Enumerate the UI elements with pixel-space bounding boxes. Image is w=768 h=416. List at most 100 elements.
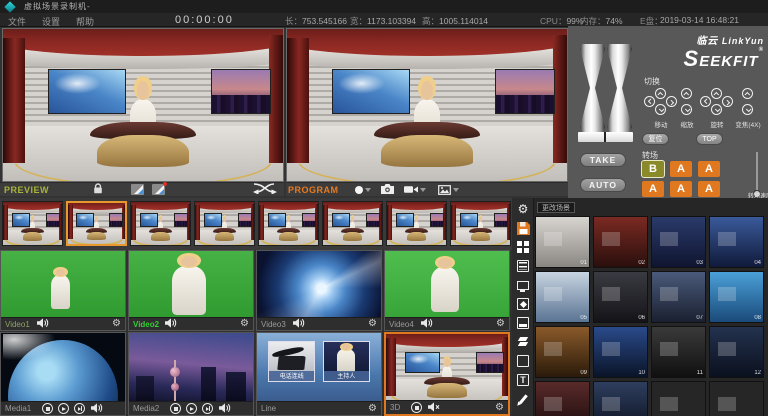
transition-speed-slider[interactable] — [756, 152, 758, 194]
scene-thumbnail-16[interactable]: 16 — [709, 381, 764, 416]
scale-up-button[interactable] — [681, 88, 692, 99]
snapshot-button[interactable] — [381, 181, 394, 199]
top-button[interactable]: TOP — [696, 133, 723, 145]
zoom-in-button[interactable] — [742, 88, 753, 99]
text-tool-icon[interactable]: T — [515, 372, 531, 388]
camera-angle-thumb-3[interactable] — [130, 201, 191, 246]
change-scene-tab[interactable]: 更改场景 — [537, 202, 575, 213]
video2-panel[interactable]: Video2 ⚙ — [128, 250, 254, 331]
transition-button-5[interactable]: A — [670, 181, 692, 197]
move-left-button[interactable] — [644, 96, 655, 107]
swap-preview-program-icon[interactable] — [252, 181, 278, 199]
media2-play-button[interactable] — [186, 403, 197, 414]
stream-button[interactable] — [404, 185, 426, 194]
media2-volume-icon[interactable] — [219, 400, 232, 416]
host-tile[interactable]: 主持人 — [323, 341, 370, 382]
stream-dropdown-caret[interactable] — [420, 188, 426, 192]
media2-next-button[interactable] — [202, 403, 213, 414]
display-icon[interactable] — [515, 277, 531, 293]
menu-help[interactable]: 帮助 — [76, 15, 94, 28]
scene3d-mute-icon[interactable] — [428, 399, 441, 416]
scene-thumbnail-07[interactable]: 07 — [651, 271, 706, 323]
video1-settings-icon[interactable]: ⚙ — [112, 319, 121, 329]
reset-button[interactable]: 复位 — [642, 133, 669, 145]
camera-angle-thumb-4[interactable] — [194, 201, 255, 246]
frame-icon[interactable] — [515, 353, 531, 369]
video4-panel[interactable]: Video4 ⚙ — [384, 250, 510, 331]
save-icon[interactable] — [515, 220, 531, 236]
layers-icon[interactable] — [515, 334, 531, 350]
scene-thumbnail-14[interactable]: 14 — [593, 381, 648, 416]
pen-icon[interactable] — [515, 391, 531, 407]
camera-angle-thumb-6[interactable] — [322, 201, 383, 246]
scene-thumbnail-15[interactable]: 15 — [651, 381, 706, 416]
video2-volume-icon[interactable] — [165, 315, 178, 331]
scene-thumbnail-13[interactable]: 13 — [535, 381, 590, 416]
rotate-up-button[interactable] — [711, 88, 722, 99]
media1-stop-button[interactable] — [42, 403, 53, 414]
media2-stop-button[interactable] — [170, 403, 181, 414]
transition-button-2[interactable]: A — [670, 161, 692, 177]
media1-panel[interactable]: Media1 — [0, 332, 126, 416]
scale-down-button[interactable] — [681, 104, 692, 115]
scene3d-stop-button[interactable] — [411, 402, 422, 413]
t-bar-right-handle[interactable] — [607, 44, 632, 132]
camera-angle-thumb-7[interactable] — [386, 201, 447, 246]
menu-settings[interactable]: 设置 — [42, 15, 60, 28]
rotate-down-button[interactable] — [711, 104, 722, 115]
lock-icon[interactable] — [93, 181, 103, 199]
rotate-left-button[interactable] — [700, 96, 711, 107]
record-dropdown-caret[interactable] — [365, 188, 371, 192]
transition-button-6[interactable]: A — [698, 181, 720, 197]
video3-volume-icon[interactable] — [293, 315, 306, 331]
scene-thumbnail-11[interactable]: 11 — [651, 326, 706, 378]
video4-settings-icon[interactable]: ⚙ — [496, 319, 505, 329]
image-dropdown-caret[interactable] — [453, 188, 459, 192]
transition-button-4[interactable]: A — [642, 181, 664, 197]
video2-settings-icon[interactable]: ⚙ — [240, 319, 249, 329]
scene-thumbnail-05[interactable]: 05 — [535, 271, 590, 323]
effects-icon[interactable] — [515, 296, 531, 312]
scene3d-panel-selected[interactable]: 3D ⚙ — [384, 332, 510, 416]
move-up-button[interactable] — [655, 88, 666, 99]
record-button[interactable] — [355, 186, 371, 194]
keyer-2-icon[interactable] — [152, 184, 165, 195]
scene-thumbnail-01[interactable]: 01 — [535, 216, 590, 268]
scene-thumbnail-09[interactable]: 09 — [535, 326, 590, 378]
scene3d-settings-icon[interactable]: ⚙ — [495, 403, 504, 413]
menu-file[interactable]: 文件 — [8, 15, 26, 28]
video4-volume-icon[interactable] — [421, 315, 434, 331]
move-right-button[interactable] — [666, 96, 677, 107]
scene-thumbnail-08[interactable]: 08 — [709, 271, 764, 323]
camera-angle-thumb-1[interactable] — [2, 201, 63, 246]
scene-thumbnail-04[interactable]: 04 — [709, 216, 764, 268]
camera-angle-thumb-8[interactable] — [450, 201, 511, 246]
line-settings-icon[interactable]: ⚙ — [368, 404, 377, 414]
media1-volume-icon[interactable] — [91, 400, 104, 416]
video3-panel[interactable]: Video3 ⚙ — [256, 250, 382, 331]
scene-thumbnail-06[interactable]: 06 — [593, 271, 648, 323]
scene-thumbnail-12[interactable]: 12 — [709, 326, 764, 378]
video3-settings-icon[interactable]: ⚙ — [368, 319, 377, 329]
keyer-1-icon[interactable] — [131, 184, 144, 195]
image-output-button[interactable] — [438, 185, 459, 195]
layout-grid-icon[interactable] — [515, 239, 531, 255]
video1-volume-icon[interactable] — [37, 315, 50, 331]
scene-thumbnail-03[interactable]: 03 — [651, 216, 706, 268]
phone-call-tile[interactable]: 电话连线 — [268, 341, 315, 382]
video1-panel[interactable]: Video1 ⚙ — [0, 250, 126, 331]
transition-button-3[interactable]: A — [698, 161, 720, 177]
media1-next-button[interactable] — [74, 403, 85, 414]
scene-thumbnail-02[interactable]: 02 — [593, 216, 648, 268]
line-panel[interactable]: 电话连线 主持人 Line ⚙ — [256, 332, 382, 416]
auto-button[interactable]: AUTO — [580, 178, 626, 192]
caption-image-icon[interactable] — [515, 315, 531, 331]
settings-icon[interactable]: ⚙ — [515, 201, 531, 217]
take-button[interactable]: TAKE — [580, 153, 626, 167]
playlist-icon[interactable] — [515, 258, 531, 274]
rotate-right-button[interactable] — [722, 96, 733, 107]
camera-angle-thumb-5[interactable] — [258, 201, 319, 246]
t-bar-left-handle[interactable] — [580, 44, 605, 132]
scene-thumbnail-10[interactable]: 10 — [593, 326, 648, 378]
media2-panel[interactable]: Media2 — [128, 332, 254, 416]
